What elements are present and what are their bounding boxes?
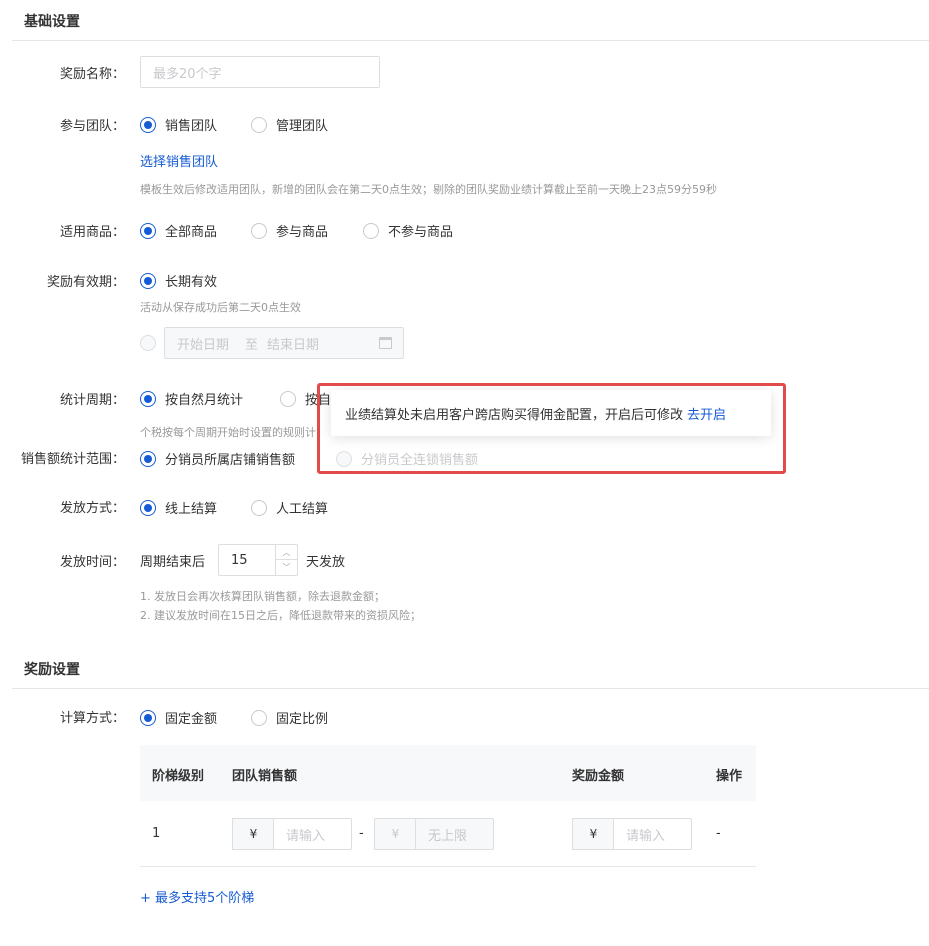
payout-method-label: 发放方式： [59,501,125,516]
min-sales-placeholder: 请输入 [286,828,326,844]
range-dash: - [359,826,364,841]
reward-amount-input[interactable]: 请输入 [613,818,692,850]
radio-dot [251,709,267,726]
max-sales-input[interactable]: 无上限 [415,818,494,850]
section-title-reward: 奖励设置 [24,662,80,678]
radio-manual-settlement[interactable]: 人工结算 [251,498,328,517]
payout-time-label: 发放时间： [59,555,125,570]
payout-note-1: 1. 发放日会再次核算团队销售额，除去退款金额； [140,590,385,603]
radio-chain-sales[interactable]: 分销员全连锁销售额 [336,449,478,468]
radio-label: 按自然月统计 [165,393,244,408]
end-date-placeholder: 结束日期 [267,337,320,353]
radio-dot [140,116,156,133]
radio-long-term[interactable]: 长期有效 [140,271,217,290]
scope-label: 销售额统计范围： [20,452,125,467]
date-range-separator: 至 [245,337,259,353]
radio-label: 管理团队 [276,119,329,134]
radio-dot [140,272,156,289]
max-sales-placeholder: 无上限 [428,828,468,844]
payout-time-prefix: 周期结束后 [140,555,206,570]
th-action: 操作 [716,769,743,784]
th-level: 阶梯级别 [152,769,205,784]
radio-online-settlement[interactable]: 线上结算 [140,498,217,517]
divider [12,40,929,41]
currency-addon: ¥ [572,818,614,850]
radio-label: 固定金额 [165,712,218,727]
radio-dot [140,450,156,467]
min-sales-input[interactable]: 请输入 [273,818,352,850]
radio-dot [251,116,267,133]
payout-days-stepper[interactable]: 15 ︿ ﹀ [218,544,298,576]
validity-hint: 活动从保存成功后第二天0点生效 [140,301,301,314]
team-label: 参与团队： [59,119,125,134]
radio-dot [140,222,156,239]
popover-text: 业绩结算处未启用客户跨店购买得佣金配置，开启后可修改 [345,407,684,423]
divider [12,688,929,689]
payout-days-value: 15 [231,552,248,568]
period-hint: 个税按每个周期开始时设置的规则计 [140,426,316,439]
radio-label: 销售团队 [165,119,218,134]
radio-dot [140,390,156,407]
radio-dot [140,499,156,516]
tooltip-popover: 业绩结算处未启用客户跨店购买得佣金配置，开启后可修改 去开启 [331,390,771,436]
radio-dot [140,335,156,351]
th-reward-amount: 奖励金额 [572,769,625,784]
currency-addon: ¥ [232,818,274,850]
section-title-basic: 基础设置 [24,14,80,30]
radio-non-participating-goods[interactable]: 不参与商品 [363,221,453,240]
radio-store-sales[interactable]: 分销员所属店铺销售额 [140,449,295,468]
radio-label: 全部商品 [165,225,218,240]
goods-label: 适用商品： [59,225,125,240]
radio-natural-month[interactable]: 按自然月统计 [140,389,243,408]
payout-time-suffix: 天发放 [306,555,346,570]
radio-dot [280,390,296,407]
radio-dot [336,450,352,467]
calendar-icon [379,337,392,349]
reward-name-placeholder: 最多20个字 [153,66,222,82]
th-team-sales: 团队销售额 [232,769,298,784]
row-action: - [716,826,721,841]
radio-dot [140,709,156,726]
radio-fixed-ratio[interactable]: 固定比例 [251,708,328,727]
row-level: 1 [152,826,161,841]
radio-management-team[interactable]: 管理团队 [251,115,328,134]
radio-period-option2[interactable]: 按自 [280,389,331,408]
radio-dot [251,222,267,239]
radio-date-range[interactable] [140,335,156,351]
radio-dot [251,499,267,516]
currency-addon: ¥ [374,818,416,850]
radio-label: 人工结算 [276,502,329,517]
period-label: 统计周期： [59,393,125,408]
radio-all-goods[interactable]: 全部商品 [140,221,217,240]
add-tier-link[interactable]: + 最多支持5个阶梯 [140,887,254,906]
date-range-picker[interactable]: 开始日期 至 结束日期 [164,327,404,359]
calc-method-label: 计算方式： [59,711,125,726]
payout-note-2: 2. 建议发放时间在15日之后，降低退款带来的资损风险； [140,609,421,622]
radio-label: 按自 [305,393,332,408]
radio-label: 长期有效 [165,275,218,290]
table-row-divider [140,866,756,867]
reward-name-label: 奖励名称： [59,67,125,82]
start-date-placeholder: 开始日期 [177,337,230,353]
radio-sales-team[interactable]: 销售团队 [140,115,217,134]
radio-participating-goods[interactable]: 参与商品 [251,221,328,240]
validity-label: 奖励有效期： [46,275,125,290]
chevron-up-icon[interactable]: ︿ [276,545,297,560]
radio-label: 线上结算 [165,502,218,517]
chevron-down-icon[interactable]: ﹀ [276,560,297,575]
radio-label: 分销员全连锁销售额 [361,453,479,468]
radio-fixed-amount[interactable]: 固定金额 [140,708,217,727]
reward-amount-placeholder: 请输入 [626,828,666,844]
enable-link[interactable]: 去开启 [687,404,726,423]
select-sales-team-link[interactable]: 选择销售团队 [140,151,218,170]
radio-dot [363,222,379,239]
radio-label: 不参与商品 [388,225,454,240]
reward-name-input[interactable]: 最多20个字 [140,56,380,88]
team-hint: 模板生效后修改适用团队，新增的团队会在第二天0点生效；剔除的团队奖励业绩计算截止… [140,183,717,196]
radio-label: 固定比例 [276,712,329,727]
radio-label: 参与商品 [276,225,329,240]
radio-label: 分销员所属店铺销售额 [165,453,296,468]
